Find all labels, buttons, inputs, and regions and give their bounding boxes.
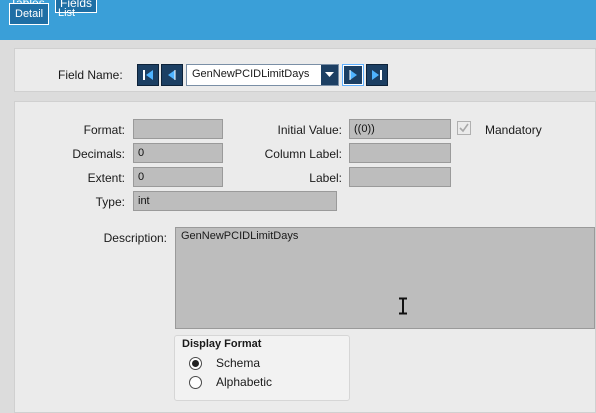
display-format-group: Display Format Schema Alphabetic xyxy=(174,335,350,401)
next-record-button[interactable] xyxy=(342,64,364,86)
chevron-down-icon[interactable] xyxy=(321,65,338,85)
tab-detail[interactable]: Detail xyxy=(9,3,50,25)
format-label: Format: xyxy=(83,123,125,137)
format-field[interactable] xyxy=(133,119,223,139)
column-label-label: Column Label: xyxy=(264,147,342,161)
mandatory-label: Mandatory xyxy=(485,123,542,137)
field-name-label: Field Name: xyxy=(58,68,123,82)
decimals-label: Decimals: xyxy=(72,147,125,161)
radio-alphabetic-label: Alphabetic xyxy=(216,375,273,389)
checkmark-icon xyxy=(459,123,469,133)
initial-value-label: Initial Value: xyxy=(277,123,342,137)
next-icon xyxy=(349,70,357,80)
description-label: Description: xyxy=(103,231,167,245)
decimals-field[interactable]: 0 xyxy=(133,143,223,163)
type-label: Type: xyxy=(95,195,125,209)
field-name-select[interactable]: GenNewPCIDLimitDays xyxy=(186,64,339,86)
text-cursor-icon xyxy=(399,297,407,315)
first-record-button[interactable] xyxy=(137,64,159,86)
tab-list[interactable]: List xyxy=(53,3,80,25)
radio-alphabetic[interactable] xyxy=(189,376,202,389)
extent-label: Extent: xyxy=(87,171,125,185)
type-field[interactable]: int xyxy=(133,191,337,211)
previous-record-button[interactable] xyxy=(161,64,183,86)
extent-field[interactable]: 0 xyxy=(133,167,223,187)
last-record-button[interactable] xyxy=(366,64,388,86)
label-field[interactable] xyxy=(349,167,451,187)
display-format-title: Display Format xyxy=(182,338,262,350)
radio-schema-label: Schema xyxy=(216,356,261,370)
first-icon xyxy=(143,70,153,80)
column-label-field[interactable] xyxy=(349,143,451,163)
last-icon xyxy=(372,70,382,80)
description-textarea[interactable]: GenNewPCIDLimitDays xyxy=(175,227,595,329)
initial-value-field[interactable]: ((0)) xyxy=(349,119,451,139)
label-label: Label: xyxy=(309,171,342,185)
radio-schema[interactable] xyxy=(189,357,202,370)
sub-tab-bar xyxy=(0,13,596,40)
previous-icon xyxy=(168,70,176,80)
field-name-value: GenNewPCIDLimitDays xyxy=(192,68,310,80)
mandatory-checkbox[interactable] xyxy=(457,121,471,135)
